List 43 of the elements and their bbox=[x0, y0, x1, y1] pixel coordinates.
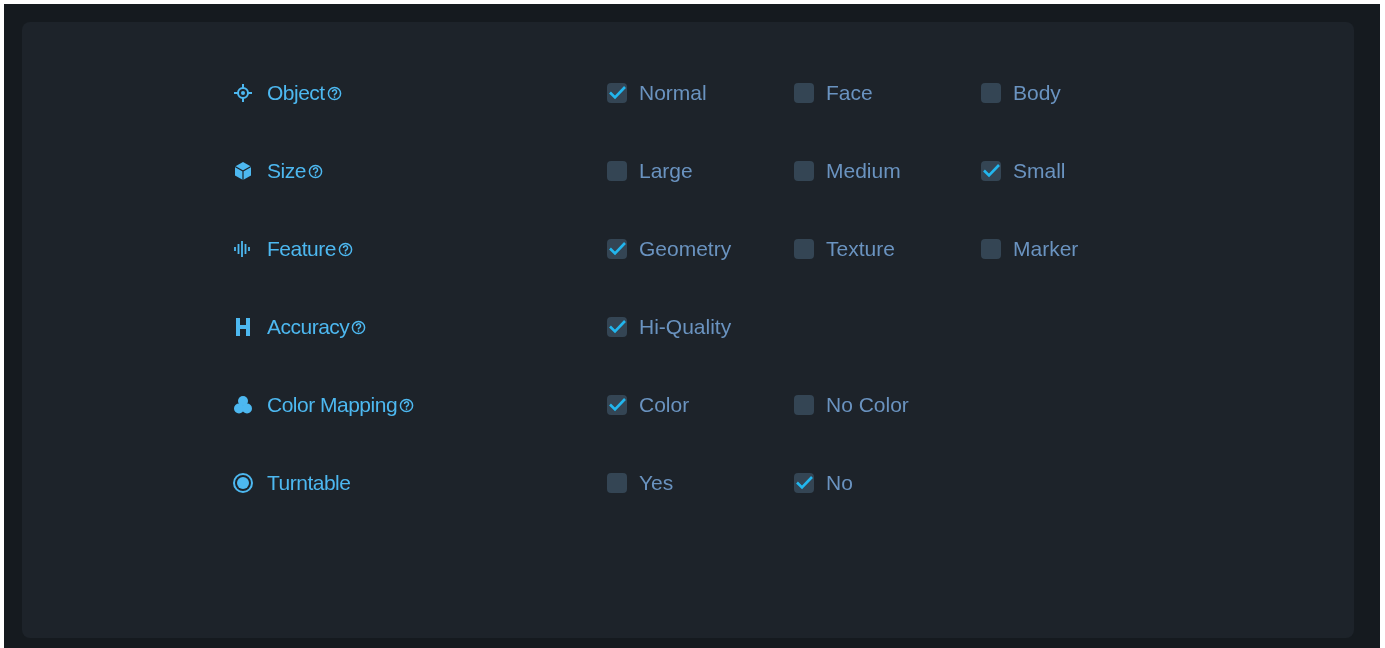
setting-label: Color Mapping bbox=[267, 392, 398, 419]
help-icon[interactable] bbox=[307, 163, 323, 179]
option-label[interactable]: Color bbox=[639, 389, 690, 421]
option-label[interactable]: No Color bbox=[826, 389, 909, 421]
checkbox[interactable] bbox=[607, 161, 627, 181]
cube-icon bbox=[232, 160, 254, 182]
checkbox[interactable] bbox=[607, 317, 627, 337]
help-icon[interactable] bbox=[399, 397, 415, 413]
option-label[interactable]: Yes bbox=[639, 467, 674, 499]
turntable-icon bbox=[232, 472, 254, 494]
option-label[interactable]: No bbox=[826, 467, 853, 499]
setting-label: Feature bbox=[267, 236, 336, 263]
checkbox[interactable] bbox=[794, 161, 814, 181]
checkbox[interactable] bbox=[794, 239, 814, 259]
checkbox[interactable] bbox=[607, 473, 627, 493]
help-icon[interactable] bbox=[351, 319, 367, 335]
checkbox[interactable] bbox=[607, 239, 627, 259]
option-label[interactable]: Medium bbox=[826, 155, 901, 187]
option-label[interactable]: Marker bbox=[1013, 233, 1079, 265]
checkbox[interactable] bbox=[981, 239, 1001, 259]
help-icon[interactable] bbox=[337, 241, 353, 257]
option-label[interactable]: Small bbox=[1013, 155, 1066, 187]
option-label[interactable]: Large bbox=[639, 155, 693, 187]
option-label[interactable]: Body bbox=[1013, 77, 1061, 109]
setting-label: Turntable bbox=[267, 470, 351, 497]
option-label[interactable]: Texture bbox=[826, 233, 895, 265]
rgb-circles-icon bbox=[232, 394, 254, 416]
option-label[interactable]: Hi-Quality bbox=[639, 311, 732, 343]
option-label[interactable]: Normal bbox=[639, 77, 707, 109]
help-icon[interactable] bbox=[326, 85, 342, 101]
checkbox[interactable] bbox=[794, 83, 814, 103]
setting-label: Accuracy bbox=[267, 314, 350, 341]
target-icon bbox=[232, 82, 254, 104]
checkbox[interactable] bbox=[794, 395, 814, 415]
checkbox[interactable] bbox=[794, 473, 814, 493]
checkbox[interactable] bbox=[981, 161, 1001, 181]
checkbox[interactable] bbox=[981, 83, 1001, 103]
setting-label: Size bbox=[267, 158, 306, 185]
checkbox[interactable] bbox=[607, 395, 627, 415]
option-label[interactable]: Face bbox=[826, 77, 873, 109]
setting-label: Object bbox=[267, 80, 325, 107]
option-label[interactable]: Geometry bbox=[639, 233, 732, 265]
checkbox[interactable] bbox=[607, 83, 627, 103]
